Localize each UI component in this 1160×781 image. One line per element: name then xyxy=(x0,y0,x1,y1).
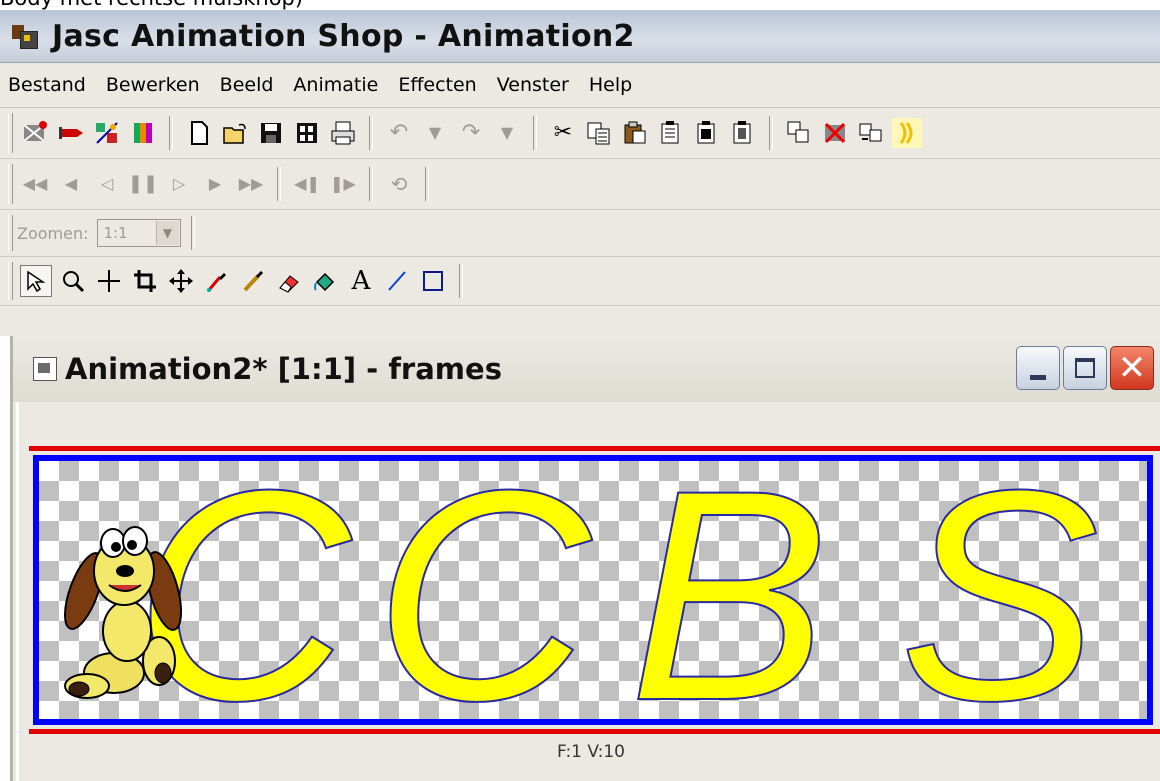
tools-toolbar: A xyxy=(0,257,1160,306)
effect-icon[interactable] xyxy=(128,118,158,148)
maximize-button[interactable] xyxy=(1063,346,1107,390)
pause-icon[interactable]: ❚❚ xyxy=(128,169,158,199)
playback-toolbar: ◀◀ ◀ ◁ ❚❚ ▷ ▶ ▶▶ ◀❚ ❚▶ ⟲ xyxy=(0,159,1160,210)
crosshair-icon[interactable] xyxy=(94,266,124,296)
menu-bewerken[interactable]: Bewerken xyxy=(96,74,210,96)
crop-icon[interactable] xyxy=(130,266,160,296)
zoom-value: 1:1 xyxy=(103,224,128,242)
toolbar-grip[interactable] xyxy=(8,261,13,301)
paste-before-icon[interactable] xyxy=(656,118,686,148)
transition-icon[interactable] xyxy=(92,118,122,148)
document-title: Animation2* [1:1] - frames xyxy=(65,352,502,386)
brush-icon[interactable] xyxy=(238,266,268,296)
open-icon[interactable] xyxy=(220,118,250,148)
play-icon[interactable]: ▷ xyxy=(164,169,194,199)
menu-bar: Bestand Bewerken Beeld Animatie Effecten… xyxy=(0,63,1160,108)
maximize-icon xyxy=(1075,358,1095,378)
rectangle-icon[interactable] xyxy=(418,266,448,296)
frame-panel: C C B S F:1 V:10 xyxy=(16,402,1160,781)
paste-after-icon[interactable] xyxy=(692,118,722,148)
redo-icon[interactable]: ↷ xyxy=(456,118,486,148)
menu-venster[interactable]: Venster xyxy=(487,74,579,96)
move-icon[interactable] xyxy=(166,266,196,296)
document-icon xyxy=(33,357,57,381)
fill-icon[interactable] xyxy=(310,266,340,296)
dropper-icon[interactable] xyxy=(202,266,232,296)
frame-letter: B xyxy=(629,461,829,719)
zoom-icon[interactable] xyxy=(58,266,88,296)
arrow-select-icon[interactable] xyxy=(20,265,52,297)
banner-wizard-icon[interactable] xyxy=(56,118,86,148)
last-frame-icon[interactable]: ▶▶ xyxy=(236,169,266,199)
rewind-icon[interactable]: ◀❚ xyxy=(292,169,322,199)
minimize-button[interactable] xyxy=(1016,346,1060,390)
document-titlebar[interactable]: Animation2* [1:1] - frames ✕ xyxy=(13,336,1160,402)
canvas-area: C C B S F:1 V:10 xyxy=(16,402,1160,781)
copy-icon[interactable] xyxy=(584,118,614,148)
menu-help[interactable]: Help xyxy=(579,74,642,96)
toolbar-grip[interactable] xyxy=(8,164,13,204)
new-icon[interactable] xyxy=(184,118,214,148)
close-button[interactable]: ✕ xyxy=(1110,346,1154,390)
menu-animatie[interactable]: Animatie xyxy=(283,74,388,96)
window-controls: ✕ xyxy=(1013,346,1154,390)
save-icon[interactable] xyxy=(256,118,286,148)
cut-icon[interactable]: ✂ xyxy=(548,118,578,148)
delete-icon[interactable] xyxy=(820,118,850,148)
close-icon: ✕ xyxy=(1117,348,1147,388)
frame-thumbnail[interactable]: C C B S xyxy=(33,455,1153,725)
app-icon xyxy=(12,23,38,49)
first-frame-icon[interactable]: ◀◀ xyxy=(20,169,50,199)
frame-top-rule xyxy=(29,446,1160,451)
redo-dropdown-icon[interactable]: ▼ xyxy=(492,118,522,148)
paste-icon[interactable] xyxy=(620,118,650,148)
line-icon[interactable] xyxy=(382,266,412,296)
forward-icon[interactable]: ❚▶ xyxy=(328,169,358,199)
chevron-down-icon[interactable]: ▼ xyxy=(155,221,179,245)
paste-into-icon[interactable] xyxy=(728,118,758,148)
eraser-icon[interactable] xyxy=(274,266,304,296)
frame-image: C C B S xyxy=(64,461,1100,719)
frame-letter: S xyxy=(899,461,1099,719)
highlight-icon[interactable] xyxy=(892,118,922,148)
zoom-toolbar: Zoomen: 1:1 ▼ xyxy=(0,210,1160,257)
toolbar-grip[interactable] xyxy=(8,113,13,153)
insert-frames-icon[interactable] xyxy=(856,118,886,148)
frame-letter: C xyxy=(374,461,594,719)
menu-effecten[interactable]: Effecten xyxy=(388,74,486,96)
wizard-icon[interactable] xyxy=(20,118,50,148)
app-titlebar: Jasc Animation Shop - Animation2 xyxy=(0,10,1160,63)
zoom-label: Zoomen: xyxy=(17,223,89,243)
undo-icon[interactable]: ↶ xyxy=(384,118,414,148)
app-title: Jasc Animation Shop - Animation2 xyxy=(52,18,635,54)
standard-toolbar: ↶ ▼ ↷ ▼ ✂ xyxy=(0,108,1160,159)
step-back-icon[interactable]: ◁ xyxy=(92,169,122,199)
zoom-select[interactable]: 1:1 ▼ xyxy=(96,219,181,247)
previous-frame-icon[interactable]: ◀ xyxy=(56,169,86,199)
next-frame-icon[interactable]: ▶ xyxy=(200,169,230,199)
print-icon[interactable] xyxy=(328,118,358,148)
text-icon[interactable]: A xyxy=(346,266,376,296)
undo-dropdown-icon[interactable]: ▼ xyxy=(420,118,450,148)
caption-text: Body met rechtse muisknop) xyxy=(0,0,1160,10)
toolbar-grip[interactable] xyxy=(8,214,13,252)
menu-beeld[interactable]: Beeld xyxy=(210,74,284,96)
loop-icon[interactable]: ⟲ xyxy=(384,169,414,199)
frame-status: F:1 V:10 xyxy=(556,742,625,762)
menu-bestand[interactable]: Bestand xyxy=(0,74,96,96)
frame-bottom-rule xyxy=(29,729,1160,734)
document-window: Animation2* [1:1] - frames ✕ C C B S F:1… xyxy=(10,336,1160,781)
duplicate-icon[interactable] xyxy=(784,118,814,148)
save-frames-icon[interactable] xyxy=(292,118,322,148)
minimize-icon xyxy=(1030,374,1046,380)
